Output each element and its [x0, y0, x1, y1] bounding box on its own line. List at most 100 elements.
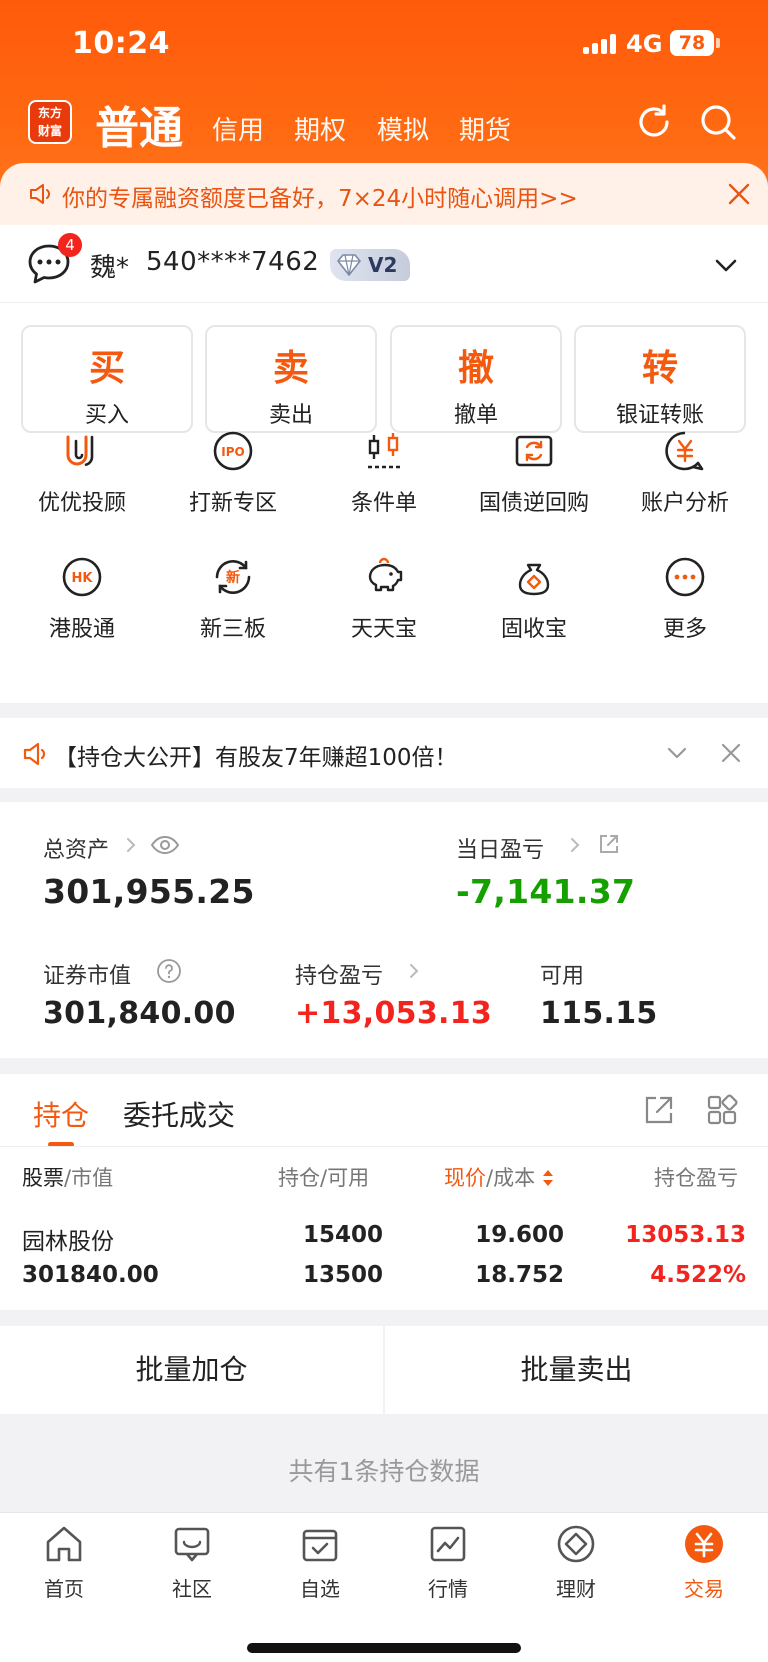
search-icon[interactable] [698, 102, 738, 142]
market-value-label: 证券市值 [43, 964, 132, 989]
home-indicator [247, 1643, 521, 1653]
col-header-market-value: 市值 [71, 1166, 114, 1190]
service-more[interactable]: 更多 [610, 555, 760, 643]
tab-simulation[interactable]: 模拟 [377, 110, 429, 147]
unread-badge: 4 [58, 233, 82, 257]
chevron-right-icon[interactable] [122, 836, 140, 854]
cancel-order-button[interactable]: 撤 撤单 [390, 325, 562, 433]
chevron-down-icon[interactable] [712, 251, 740, 279]
account-number: 540****7462 [146, 247, 320, 277]
service-label: 更多 [662, 617, 707, 642]
sell-button[interactable]: 卖 卖出 [205, 325, 377, 433]
stock-market-value: 301840.00 [22, 1262, 159, 1288]
tab-normal[interactable]: 普通 [95, 92, 183, 156]
financing-banner[interactable]: 你的专属融资额度已备好，7×24小时随心调用>> [0, 163, 768, 225]
cancel-order-glyph: 撤 [457, 348, 494, 389]
chevron-right-icon[interactable] [566, 836, 584, 854]
position-pl-label[interactable]: 持仓盈亏 [295, 958, 383, 990]
chevron-down-icon[interactable] [664, 740, 690, 766]
promo-notice[interactable]: 【持仓大公开】有股友7年赚超100倍！ [0, 718, 768, 788]
col-header-stock: 股票/市值 [22, 1166, 114, 1190]
buy-button-glyph: 买 [88, 348, 125, 389]
service-gushoubao[interactable]: 固收宝 [459, 555, 609, 643]
app-header: 10:24 4G 78 东方 财富 普通 信用 期权 模拟 期货 你的专属融资额度… [0, 0, 768, 225]
refresh-icon[interactable] [634, 102, 674, 142]
account-bar[interactable]: 4 魏* 540****7462 V2 [0, 225, 768, 303]
tab-futures[interactable]: 期货 [459, 110, 511, 147]
home-icon [46, 1526, 82, 1562]
col-header-current-price: 现价 [444, 1166, 486, 1190]
sell-button-glyph: 卖 [272, 348, 309, 389]
service-neeq[interactable]: 新 新三板 [158, 555, 308, 643]
close-icon[interactable] [718, 740, 744, 766]
daily-pl-label[interactable]: 当日盈亏 [456, 832, 544, 864]
share-icon[interactable] [597, 832, 621, 856]
eye-icon[interactable] [150, 832, 180, 858]
bottom-tab-bar: 首页 社区 自选 行情 理财 交易 [0, 1512, 768, 1662]
battery-icon: 78 [670, 30, 714, 56]
service-label: 条件单 [350, 491, 417, 516]
service-label: 新三板 [199, 617, 266, 642]
total-assets-value: 301,955.25 [43, 872, 255, 911]
service-condition-order[interactable]: 条件单 [309, 429, 459, 517]
col-header-price[interactable]: 现价/成本 [444, 1162, 554, 1192]
hk-icon: HK [62, 557, 102, 597]
service-account-analysis[interactable]: 账户分析 [610, 429, 760, 517]
tab-label: 理财 [556, 1577, 596, 1601]
more-icon [665, 557, 705, 597]
close-icon[interactable] [726, 181, 752, 207]
col-header-stock-name: 股票 [22, 1166, 64, 1190]
tab-label: 行情 [428, 1577, 468, 1601]
service-youyou[interactable]: 优优投顾 [7, 429, 157, 517]
bank-transfer-button[interactable]: 转 银证转账 [574, 325, 746, 433]
diamond-icon [337, 254, 361, 276]
status-time: 10:24 [72, 26, 170, 61]
tab-credit[interactable]: 信用 [212, 110, 264, 147]
network-type: 4G [626, 30, 663, 58]
banner-text[interactable]: 你的专属融资额度已备好，7×24小时随心调用>> [62, 179, 578, 213]
total-assets-label[interactable]: 总资产 [43, 832, 109, 864]
buy-button[interactable]: 买 买入 [21, 325, 193, 433]
watchlist-icon [302, 1529, 338, 1562]
position-pl: 13053.13 [625, 1222, 746, 1248]
position-pl-pct: 4.522% [650, 1262, 746, 1288]
tab-options[interactable]: 期权 [294, 110, 346, 147]
share-icon[interactable] [643, 1094, 675, 1126]
col-header-holding: 持仓/可用 [278, 1166, 370, 1190]
asset-summary: 总资产 301,955.25 当日盈亏 -7,141.37 证券市值 301,8… [0, 802, 768, 1058]
account-analysis-icon [665, 431, 704, 471]
sell-button-label: 卖出 [268, 403, 313, 428]
tab-positions[interactable]: 持仓 [33, 1094, 89, 1134]
sort-icon[interactable] [542, 1169, 554, 1187]
piggy-bank-icon [368, 557, 403, 592]
vip-level-badge[interactable]: V2 [330, 249, 410, 281]
service-tiantianbao[interactable]: 天天宝 [309, 555, 459, 643]
chevron-right-icon[interactable] [405, 962, 423, 980]
service-label: 优优投顾 [37, 491, 126, 516]
tab-home[interactable]: 首页 [0, 1523, 128, 1602]
tab-trade[interactable]: 交易 [640, 1523, 768, 1602]
tab-market[interactable]: 行情 [384, 1523, 512, 1602]
tab-community[interactable]: 社区 [128, 1523, 256, 1602]
trade-panel: 买 买入 卖 卖出 撤 撤单 转 银证转账 优优投顾 IPO 打新专区 条件单 … [0, 303, 768, 703]
tab-label: 社区 [172, 1577, 212, 1601]
batch-add-button[interactable]: 批量加仓 [0, 1326, 383, 1414]
notice-text[interactable]: 【持仓大公开】有股友7年赚超100倍！ [54, 738, 458, 772]
service-repo[interactable]: 国债逆回购 [459, 429, 609, 517]
svg-text:HK: HK [72, 571, 94, 586]
buy-button-label: 买入 [84, 403, 129, 428]
grid-view-icon[interactable] [706, 1094, 738, 1126]
service-label: 打新专区 [188, 491, 277, 516]
service-hk[interactable]: HK 港股通 [7, 555, 157, 643]
daily-pl-value: -7,141.37 [456, 872, 636, 911]
positions-card: 持仓 委托成交 股票/市值 持仓/可用 现价/成本 持仓盈亏 园林股份 3018… [0, 1074, 768, 1310]
condition-order-icon [368, 433, 400, 469]
current-price: 19.600 [475, 1222, 564, 1248]
tab-wealth[interactable]: 理财 [512, 1523, 640, 1602]
batch-sell-button[interactable]: 批量卖出 [385, 1326, 768, 1414]
vip-level: V2 [368, 253, 398, 277]
tab-watchlist[interactable]: 自选 [256, 1523, 384, 1602]
tab-orders[interactable]: 委托成交 [123, 1094, 235, 1134]
service-ipo[interactable]: IPO 打新专区 [158, 429, 308, 517]
help-icon[interactable] [156, 958, 182, 984]
